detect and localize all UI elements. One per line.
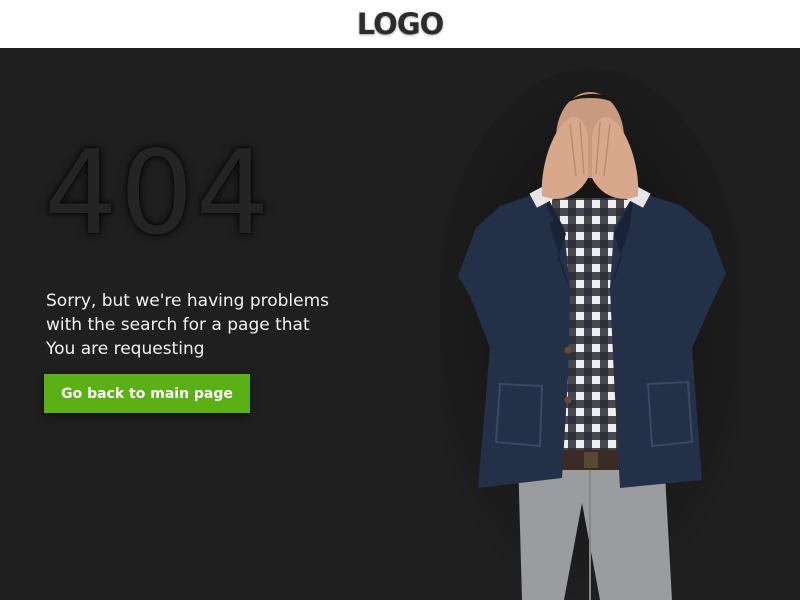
error-message-line: You are requesting — [46, 339, 205, 359]
error-message-line: Sorry, but we're having problems — [46, 291, 330, 311]
logo[interactable]: LOGO — [357, 7, 445, 41]
error-code: 404 — [44, 126, 272, 261]
hero-section: 404 Sorry, but we're having problems wit… — [0, 48, 800, 600]
site-header: LOGO — [0, 0, 800, 48]
man-covering-eyes-illustration — [440, 68, 740, 600]
jacket-button — [564, 396, 572, 404]
error-message: Sorry, but we're having problems with th… — [46, 289, 366, 361]
back-to-main-button[interactable]: Go back to main page — [44, 374, 250, 413]
jacket-button — [564, 346, 572, 354]
belt-buckle — [584, 452, 598, 468]
error-message-line: with the search for a page that — [46, 315, 310, 335]
error-page: LOGO 404 Sorry, but we're having problem… — [0, 0, 800, 600]
